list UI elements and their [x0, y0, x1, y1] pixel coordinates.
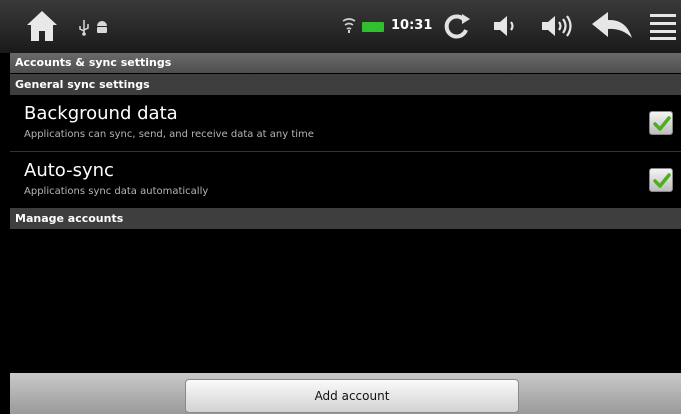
wifi-icon [342, 18, 356, 33]
background-data-checkbox[interactable] [649, 111, 673, 135]
android-debug-icon [97, 21, 107, 33]
usb-icon [79, 20, 89, 36]
auto-sync-checkbox[interactable] [649, 168, 673, 192]
refresh-icon[interactable] [440, 10, 472, 42]
checkmark-icon [653, 173, 671, 188]
checkmark-icon [653, 116, 671, 131]
bottom-bar: Add account [10, 373, 681, 414]
setting-summary: Applications sync data automatically [24, 186, 209, 197]
add-account-button[interactable]: Add account [185, 379, 519, 413]
setting-background-data[interactable]: Background data Applications can sync, s… [10, 95, 681, 151]
setting-title: Background data [24, 103, 178, 124]
section-header-general: General sync settings [10, 74, 681, 95]
volume-down-icon[interactable] [492, 13, 520, 39]
setting-summary: Applications can sync, send, and receive… [24, 129, 314, 140]
back-icon[interactable] [590, 12, 634, 40]
accounts-list-empty [10, 229, 681, 373]
setting-auto-sync[interactable]: Auto-sync Applications sync data automat… [10, 152, 681, 208]
page-title: Accounts & sync settings [10, 53, 681, 73]
menu-icon[interactable] [650, 12, 676, 40]
section-header-manage-accounts: Manage accounts [10, 208, 681, 229]
home-icon[interactable] [24, 8, 60, 44]
status-bar: 10:31 [0, 0, 681, 53]
volume-up-icon[interactable] [540, 13, 576, 39]
status-clock: 10:31 [391, 18, 433, 33]
setting-title: Auto-sync [24, 160, 114, 181]
battery-icon [362, 22, 384, 32]
